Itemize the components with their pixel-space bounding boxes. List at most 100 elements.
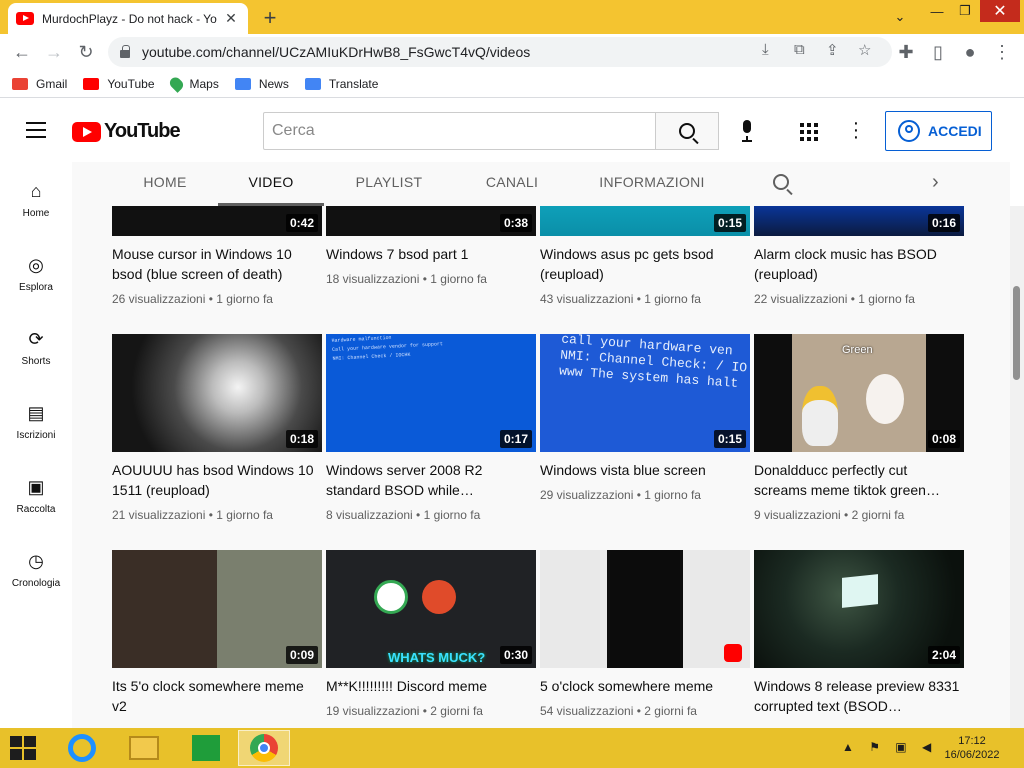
back-arrow-icon[interactable]: ←: [10, 40, 34, 64]
share-icon[interactable]: ⇪: [826, 41, 839, 59]
address-bar[interactable]: youtube.com/channel/UCzAMIuKDrHwB8_FsGwc…: [108, 37, 892, 67]
extensions-puzzle-icon[interactable]: ✚: [894, 40, 918, 64]
video-duration: 0:38: [499, 214, 532, 232]
system-tray-icons[interactable]: ▲ ⚑ ▣ ◀: [842, 740, 937, 754]
thumbnail-text: Hardware malfunction Call your hardware …: [331, 334, 444, 362]
video-thumbnail[interactable]: 0:15: [540, 206, 750, 236]
gmail-icon: [12, 77, 28, 90]
windows-store-icon[interactable]: [180, 730, 232, 766]
video-title[interactable]: AOUUUU has bsod Windows 10 1511 (reuploa…: [112, 460, 322, 500]
bookmark-translate[interactable]: Translate: [304, 77, 378, 91]
taskbar-clock[interactable]: 17:12 16/06/2022: [930, 734, 1014, 762]
video-card[interactable]: WHATS MUCK? 0:30 M**K!!!!!!!!! Discord mem…: [326, 550, 536, 718]
video-title[interactable]: Windows 8 release preview 8331 corrupted…: [754, 676, 964, 716]
video-thumbnail[interactable]: WHATS MUCK? 0:30: [326, 550, 536, 668]
video-card[interactable]: 0:42 Mouse cursor in Windows 10 bsod (blu…: [112, 206, 322, 306]
video-thumbnail[interactable]: 0:16: [754, 206, 964, 236]
youtube-play-icon: [72, 121, 101, 142]
hamburger-menu-icon[interactable]: [26, 122, 46, 138]
video-card[interactable]: call your hardware ven NMI: Channel Chec…: [540, 334, 750, 502]
chrome-taskbar-icon[interactable]: [238, 730, 290, 766]
guide-label: Cronologia: [11, 578, 61, 589]
guide-item-shorts[interactable]: ⟳ Shorts: [0, 328, 72, 367]
guide-item-home[interactable]: ⌂ Home: [0, 180, 72, 219]
minimize-button[interactable]: —: [924, 0, 950, 22]
forward-arrow-icon[interactable]: →: [42, 40, 66, 64]
video-card[interactable]: 0:15 Windows asus pc gets bsod (reupload)…: [540, 206, 750, 306]
maximize-button[interactable]: ❐: [952, 0, 978, 22]
side-panel-icon[interactable]: ▯: [926, 40, 950, 64]
tab-channels[interactable]: CANALI: [476, 162, 548, 206]
bookmark-maps[interactable]: Maps: [167, 74, 219, 93]
video-thumbnail[interactable]: 2:04: [754, 550, 964, 668]
guide-item-history[interactable]: ◷ Cronologia: [0, 550, 72, 589]
video-title[interactable]: Windows server 2008 R2 standard BSOD whi…: [326, 460, 536, 500]
microphone-icon[interactable]: [738, 120, 756, 142]
video-card[interactable]: 0:16 Alarm clock music has BSOD (reupload…: [754, 206, 964, 306]
tab-playlist[interactable]: PLAYLIST: [344, 162, 434, 206]
new-tab-button[interactable]: +: [258, 5, 282, 31]
video-card[interactable]: 2:04 Windows 8 release preview 8331 corru…: [754, 550, 964, 716]
video-title[interactable]: Alarm clock music has BSOD (reupload): [754, 244, 964, 284]
clock-time: 17:12: [958, 735, 986, 747]
sign-in-label: ACCEDI: [928, 123, 982, 139]
sign-in-button[interactable]: ACCEDI: [885, 111, 992, 151]
bookmark-youtube[interactable]: YouTube: [83, 77, 155, 91]
video-thumbnail[interactable]: 0:42: [112, 206, 322, 236]
tabs-next-chevron-icon[interactable]: ›: [932, 171, 939, 194]
video-title[interactable]: 5 o'clock somewhere meme: [540, 676, 750, 696]
scrollbar-thumb[interactable]: [1013, 286, 1020, 380]
video-card[interactable]: 0:09 Its 5'o clock somewhere meme v2: [112, 550, 322, 716]
bookmark-gmail[interactable]: Gmail: [12, 77, 67, 91]
clock-date: 16/06/2022: [944, 749, 1000, 761]
channel-search-icon[interactable]: [773, 174, 789, 190]
bookmark-news[interactable]: News: [234, 77, 289, 91]
video-title[interactable]: M**K!!!!!!!!! Discord meme: [326, 676, 536, 696]
guide-item-library[interactable]: ▣ Raccolta: [0, 476, 72, 515]
browser-tab[interactable]: MurdochPlayz - Do not hack - Yo ✕: [8, 3, 248, 34]
video-thumbnail[interactable]: call your hardware ven NMI: Channel Chec…: [540, 334, 750, 452]
profile-avatar-icon[interactable]: ●: [958, 40, 982, 64]
youtube-logo[interactable]: YouTube: [72, 120, 181, 143]
file-explorer-icon[interactable]: [118, 730, 170, 766]
video-thumbnail[interactable]: [540, 550, 750, 668]
video-card[interactable]: 0:38 Windows 7 bsod part 1 18 visualizzazi…: [326, 206, 536, 286]
bookmark-star-icon[interactable]: ☆: [858, 41, 871, 59]
settings-more-icon[interactable]: · · ·: [848, 113, 864, 147]
video-title[interactable]: Mouse cursor in Windows 10 bsod (blue sc…: [112, 244, 322, 284]
video-thumbnail[interactable]: Green 0:08: [754, 334, 964, 452]
video-title[interactable]: Donaldducc perfectly cut screams meme ti…: [754, 460, 964, 500]
tab-search-chevron-icon[interactable]: ⌄: [888, 6, 912, 28]
video-thumbnail[interactable]: 0:09: [112, 550, 322, 668]
video-title[interactable]: Windows asus pc gets bsod (reupload): [540, 244, 750, 284]
address-url[interactable]: youtube.com/channel/UCzAMIuKDrHwB8_FsGwc…: [142, 44, 530, 60]
duck-plush-shape: [802, 386, 838, 446]
install-app-icon[interactable]: ⤓: [762, 41, 769, 58]
browser-menu-icon[interactable]: ⋮: [990, 40, 1014, 64]
video-title[interactable]: Windows vista blue screen: [540, 460, 750, 480]
search-input[interactable]: [263, 112, 656, 150]
guide-item-explore[interactable]: ◎ Esplora: [0, 254, 72, 293]
window-close-button[interactable]: ✕: [980, 0, 1020, 22]
video-card[interactable]: Hardware malfunction Call your hardware …: [326, 334, 536, 522]
guide-item-subscriptions[interactable]: ▤ Iscrizioni: [0, 402, 72, 441]
windows-start-icon[interactable]: [10, 736, 38, 762]
video-thumbnail[interactable]: 0:18: [112, 334, 322, 452]
tab-video[interactable]: VIDEO: [218, 162, 324, 206]
video-thumbnail[interactable]: Hardware malfunction Call your hardware …: [326, 334, 536, 452]
tab-close-icon[interactable]: ✕: [222, 10, 240, 27]
video-thumbnail[interactable]: 0:38: [326, 206, 536, 236]
video-card[interactable]: Green 0:08 Donaldducc perfectly cut scream…: [754, 334, 964, 522]
tab-about[interactable]: INFORMAZIONI: [592, 162, 712, 206]
video-title[interactable]: Windows 7 bsod part 1: [326, 244, 536, 264]
video-card[interactable]: 5 o'clock somewhere meme 54 visualizzazio…: [540, 550, 750, 718]
apps-grid-icon[interactable]: [800, 123, 818, 141]
reload-icon[interactable]: ↻: [74, 40, 98, 64]
tab-home[interactable]: HOME: [132, 162, 198, 206]
translate-page-icon[interactable]: ⧉: [794, 41, 805, 58]
video-title[interactable]: Its 5'o clock somewhere meme v2: [112, 676, 322, 716]
internet-explorer-icon[interactable]: [56, 730, 108, 766]
search-button[interactable]: [655, 112, 719, 150]
page-scrollbar[interactable]: [1010, 206, 1024, 728]
video-card[interactable]: 0:18 AOUUUU has bsod Windows 10 1511 (reu…: [112, 334, 322, 522]
